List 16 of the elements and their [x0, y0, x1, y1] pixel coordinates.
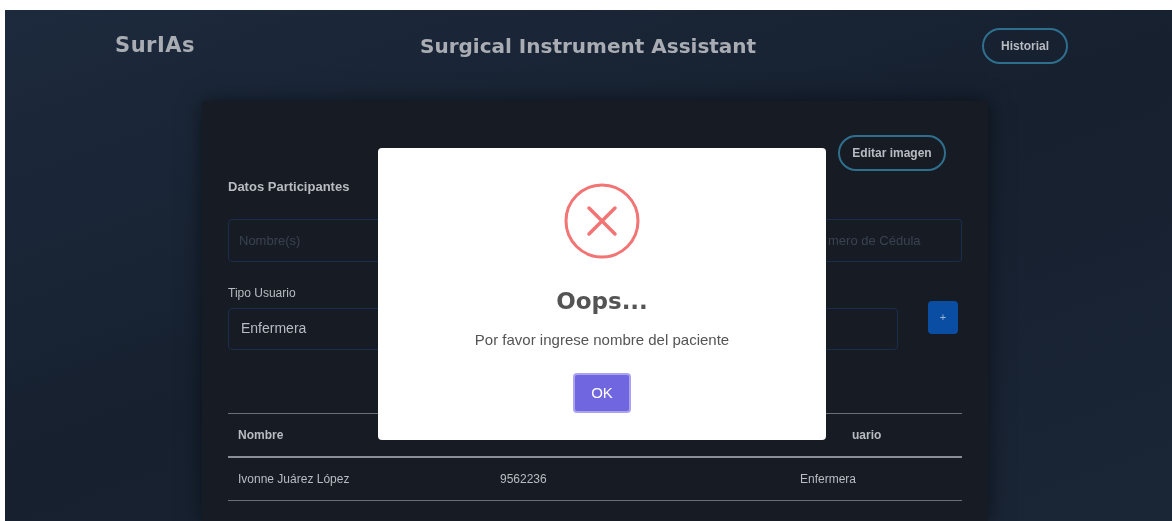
column-header: Nombre [238, 427, 284, 442]
field-label: Tipo Usuario [228, 284, 297, 302]
error-icon [563, 182, 641, 260]
dialog-message: Por favor ingrese nombre del paciente [474, 329, 730, 350]
add-button[interactable]: + [928, 300, 958, 334]
ok-button[interactable]: OK [573, 373, 631, 413]
history-button[interactable]: Historial [982, 28, 1068, 64]
dialog-title: Oops... [556, 287, 648, 316]
section-title: Datos Participantes [228, 178, 351, 196]
table-cell: Ivonne Juárez López [238, 471, 350, 486]
table-cell: 9562236 [500, 471, 547, 486]
table-cell: Enfermera [800, 471, 857, 486]
app-title: Surgical Instrument Assistant [420, 33, 758, 60]
column-header: uario [852, 427, 882, 442]
edit-image-button[interactable]: Editar imagen [838, 135, 946, 171]
brand-logo: SurIAs [115, 32, 197, 60]
